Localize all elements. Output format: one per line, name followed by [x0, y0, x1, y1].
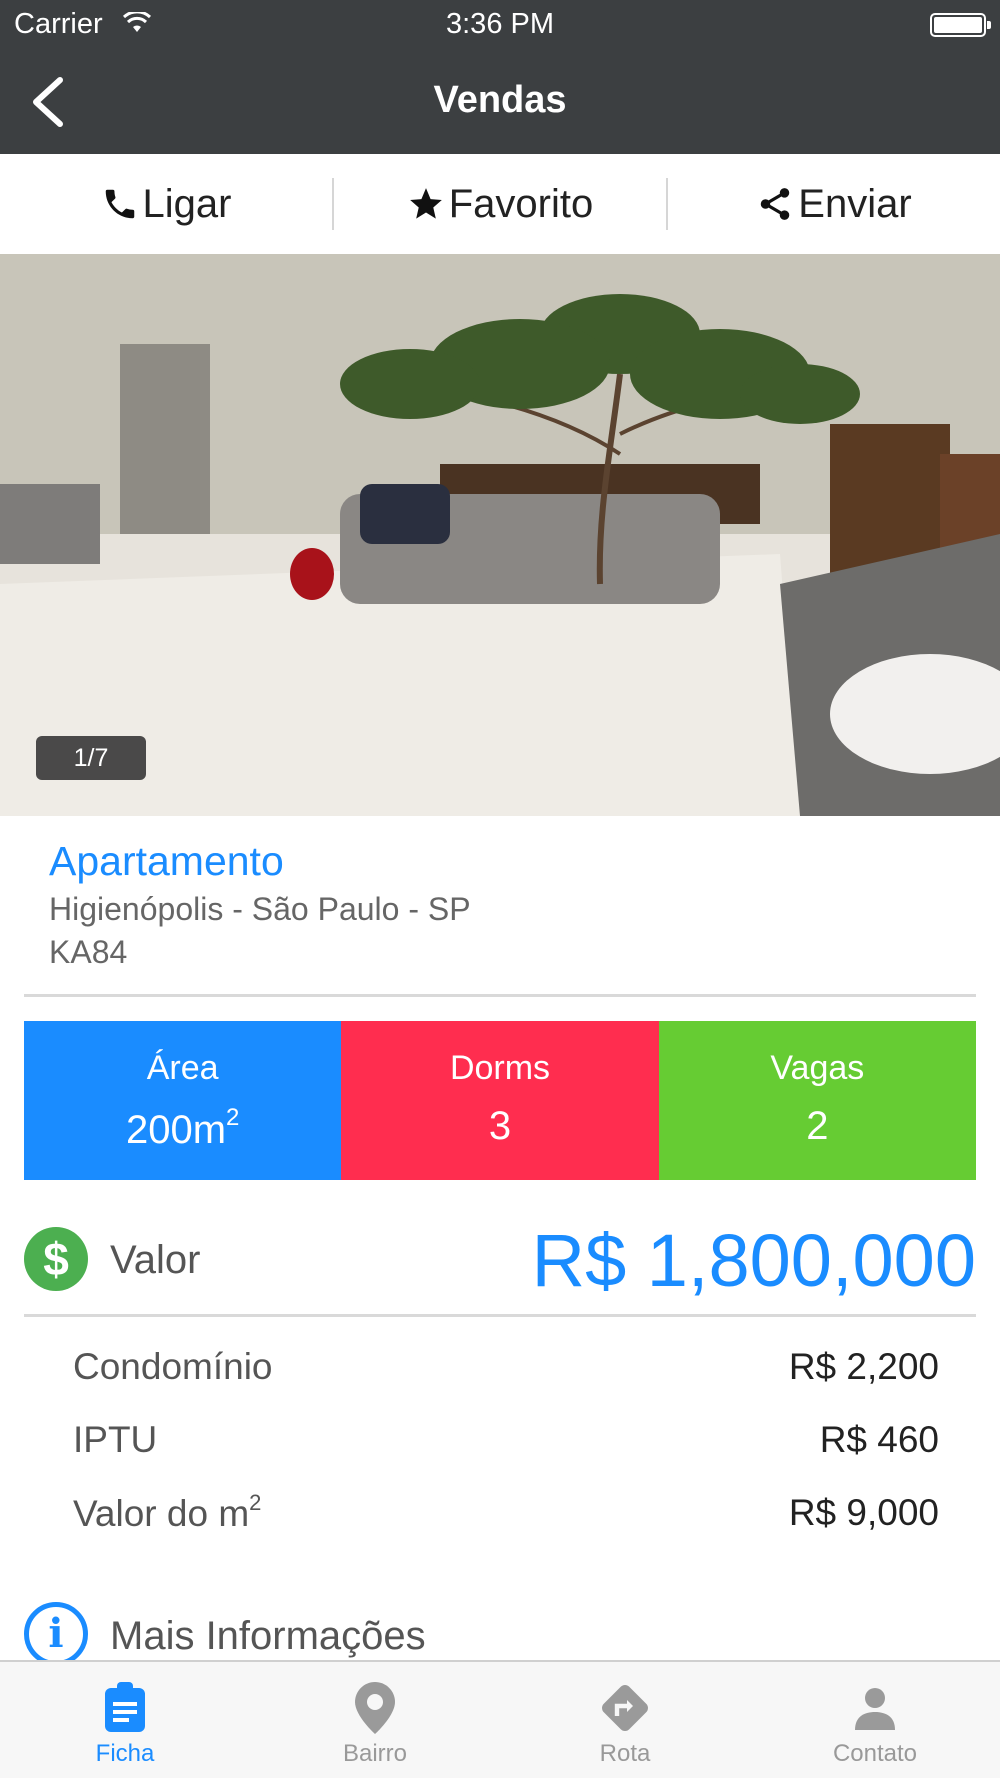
call-label: Ligar: [142, 181, 232, 226]
dorms-label: Dorms: [449, 1049, 551, 1087]
iptu-value: R$ 460: [819, 1418, 939, 1460]
tab-bar: Ficha Bairro Rota Contato: [0, 1660, 1000, 1778]
divider: [24, 994, 976, 997]
property-stats: Área 200m2 Dorms 3 Vagas 2: [24, 1021, 976, 1180]
share-icon: [761, 188, 790, 220]
tab-bairro[interactable]: Bairro: [250, 1662, 500, 1778]
photo-counter: 1/7: [36, 736, 146, 780]
property-location: Higienópolis - São Paulo - SP: [49, 891, 471, 927]
action-bar: Ligar Favorito Enviar: [0, 154, 1000, 254]
price-per-m2-label: Valor do m2: [73, 1490, 262, 1534]
share-button[interactable]: Enviar: [668, 154, 1000, 254]
tab-rota[interactable]: Rota: [500, 1662, 750, 1778]
divider: [24, 1314, 976, 1317]
phone-icon: [105, 189, 134, 219]
dorms-tile: Dorms 3: [341, 1021, 659, 1180]
condo-label: Condomínio: [73, 1345, 273, 1387]
price-value: R$ 1,800,000: [531, 1219, 976, 1302]
route-icon: [602, 1685, 648, 1731]
tab-label: Ficha: [95, 1740, 155, 1767]
favorite-button[interactable]: Favorito: [334, 154, 666, 254]
call-button[interactable]: Ligar: [0, 154, 332, 254]
area-label: Área: [146, 1049, 219, 1087]
dorms-value: 3: [488, 1104, 512, 1148]
clock: 3:36 PM: [446, 8, 554, 40]
living-room-image: [0, 254, 1000, 816]
favorite-label: Favorito: [448, 181, 594, 226]
parking-label: Vagas: [770, 1049, 865, 1087]
parking-value: 2: [806, 1104, 829, 1148]
area-value: 200m2: [125, 1104, 240, 1152]
page-title: Vendas: [433, 79, 567, 121]
nav-bar: Vendas: [0, 50, 1000, 154]
star-icon: [409, 188, 442, 219]
battery-icon: [930, 13, 991, 37]
price-label: Valor: [110, 1238, 201, 1282]
price-per-m2-row: Valor do m2 R$ 9,000: [73, 1476, 939, 1549]
person-icon: [855, 1688, 895, 1730]
property-info: Apartamento Higienópolis - São Paulo - S…: [49, 838, 949, 971]
iptu-row: IPTU R$ 460: [73, 1403, 939, 1476]
condo-row: Condomínio R$ 2,200: [73, 1330, 939, 1403]
property-photo[interactable]: 1/7: [0, 254, 1000, 816]
area-tile: Área 200m2: [24, 1021, 342, 1180]
status-bar: Carrier 3:36 PM: [0, 0, 1000, 50]
dollar-icon: $: [24, 1227, 88, 1291]
info-icon: i: [24, 1602, 88, 1666]
price-per-m2-value: R$ 9,000: [788, 1491, 939, 1533]
map-pin-icon: [355, 1682, 395, 1734]
clipboard-icon: [105, 1682, 145, 1732]
tab-label: Rota: [599, 1740, 651, 1767]
more-info-label: Mais Informações: [110, 1614, 426, 1658]
property-type: Apartamento: [49, 838, 284, 884]
tab-contato[interactable]: Contato: [750, 1662, 1000, 1778]
property-code: KA84: [49, 934, 128, 970]
condo-value: R$ 2,200: [788, 1345, 939, 1387]
iptu-label: IPTU: [73, 1418, 158, 1460]
tab-ficha[interactable]: Ficha: [0, 1662, 250, 1778]
tab-label: Bairro: [342, 1740, 408, 1767]
costs-list: Condomínio R$ 2,200 IPTU R$ 460 Valor do…: [73, 1330, 939, 1549]
parking-tile: Vagas 2: [658, 1021, 976, 1180]
price-row: $ Valor R$ 1,800,000: [24, 1218, 976, 1302]
tab-label: Contato: [832, 1740, 918, 1767]
share-label: Enviar: [798, 181, 912, 226]
